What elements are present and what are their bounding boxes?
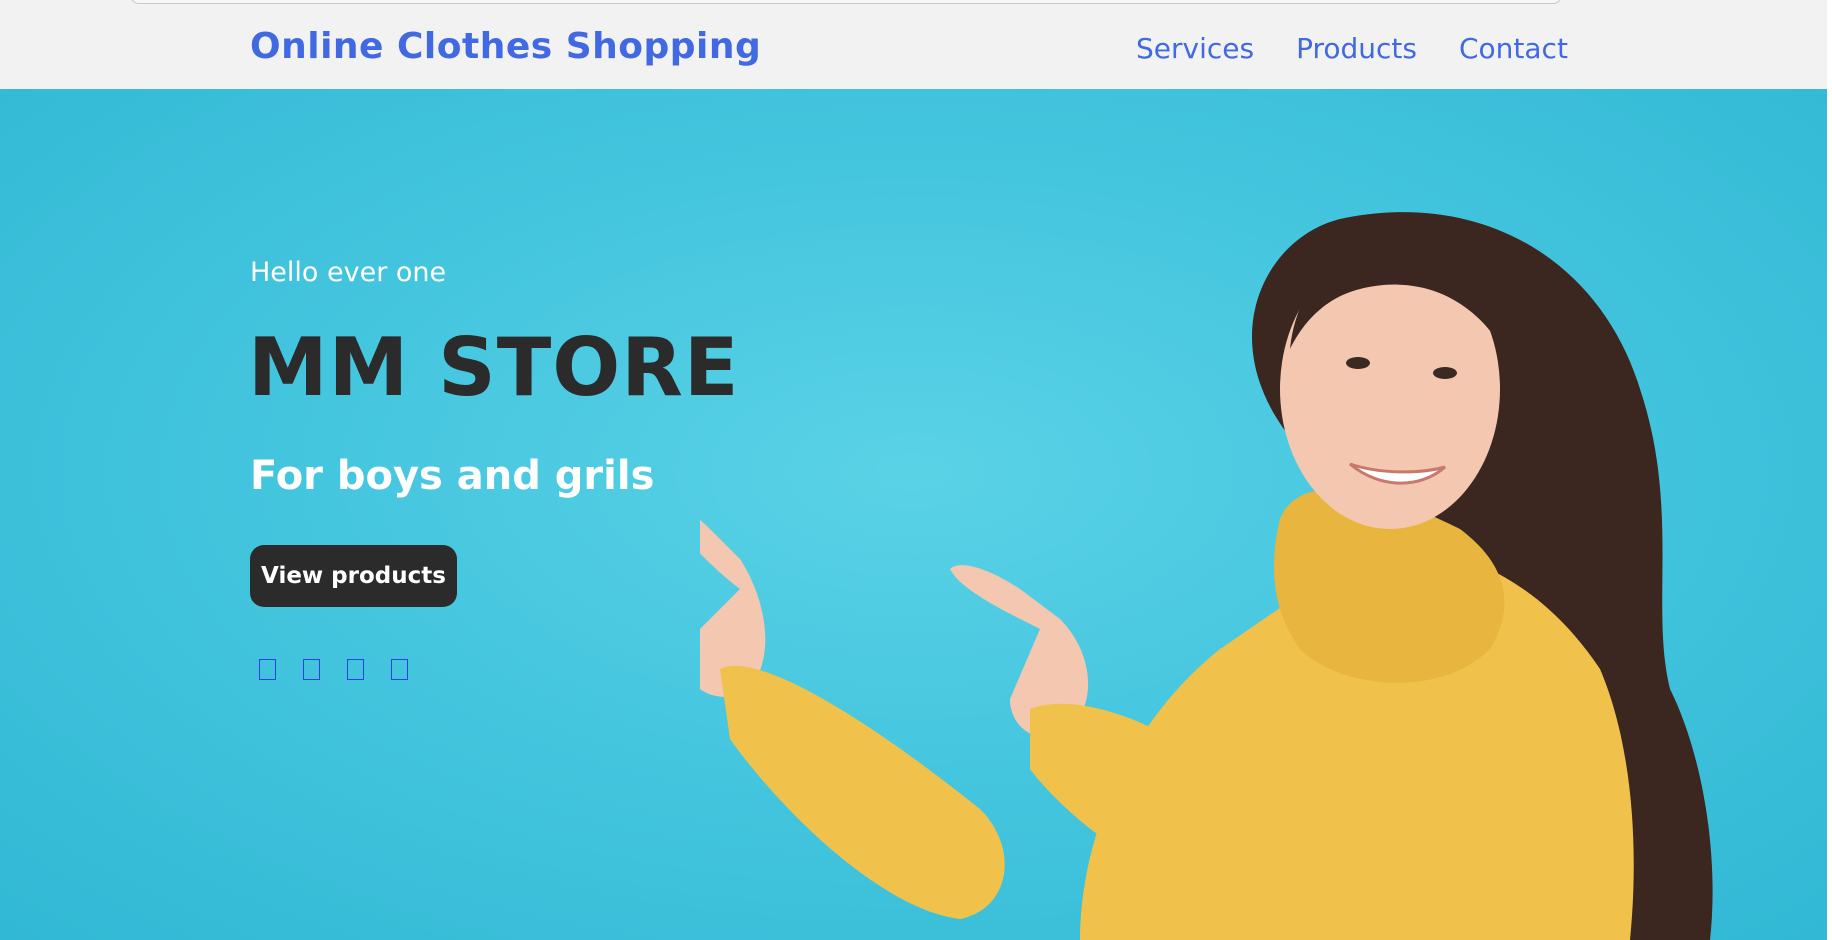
brand-logo[interactable]: Online Clothes Shopping <box>250 26 761 67</box>
social-icons-row <box>259 659 408 680</box>
address-bar[interactable] <box>130 0 1562 4</box>
site-header: Online Clothes Shopping Services Product… <box>0 6 1827 89</box>
hero-photo-girl-pointing <box>700 212 1713 940</box>
view-products-button[interactable]: View products <box>250 545 457 607</box>
main-nav: Services Products Contact <box>1136 32 1568 65</box>
page-edge <box>1827 0 1832 940</box>
nav-services-link[interactable]: Services <box>1136 32 1254 65</box>
hero-greeting: Hello ever one <box>250 257 447 288</box>
facebook-icon[interactable] <box>259 659 276 680</box>
twitter-icon[interactable] <box>303 659 320 680</box>
nav-contact-link[interactable]: Contact <box>1459 32 1568 65</box>
instagram-icon[interactable] <box>347 659 364 680</box>
linkedin-icon[interactable] <box>391 659 408 680</box>
nav-products-link[interactable]: Products <box>1296 32 1417 65</box>
hero-tagline: For boys and grils <box>250 453 655 499</box>
hero-title: MM STORE <box>248 321 740 414</box>
page: Online Clothes Shopping Services Product… <box>0 0 1832 940</box>
hero-banner: Hello ever one MM STORE For boys and gri… <box>0 89 1827 940</box>
